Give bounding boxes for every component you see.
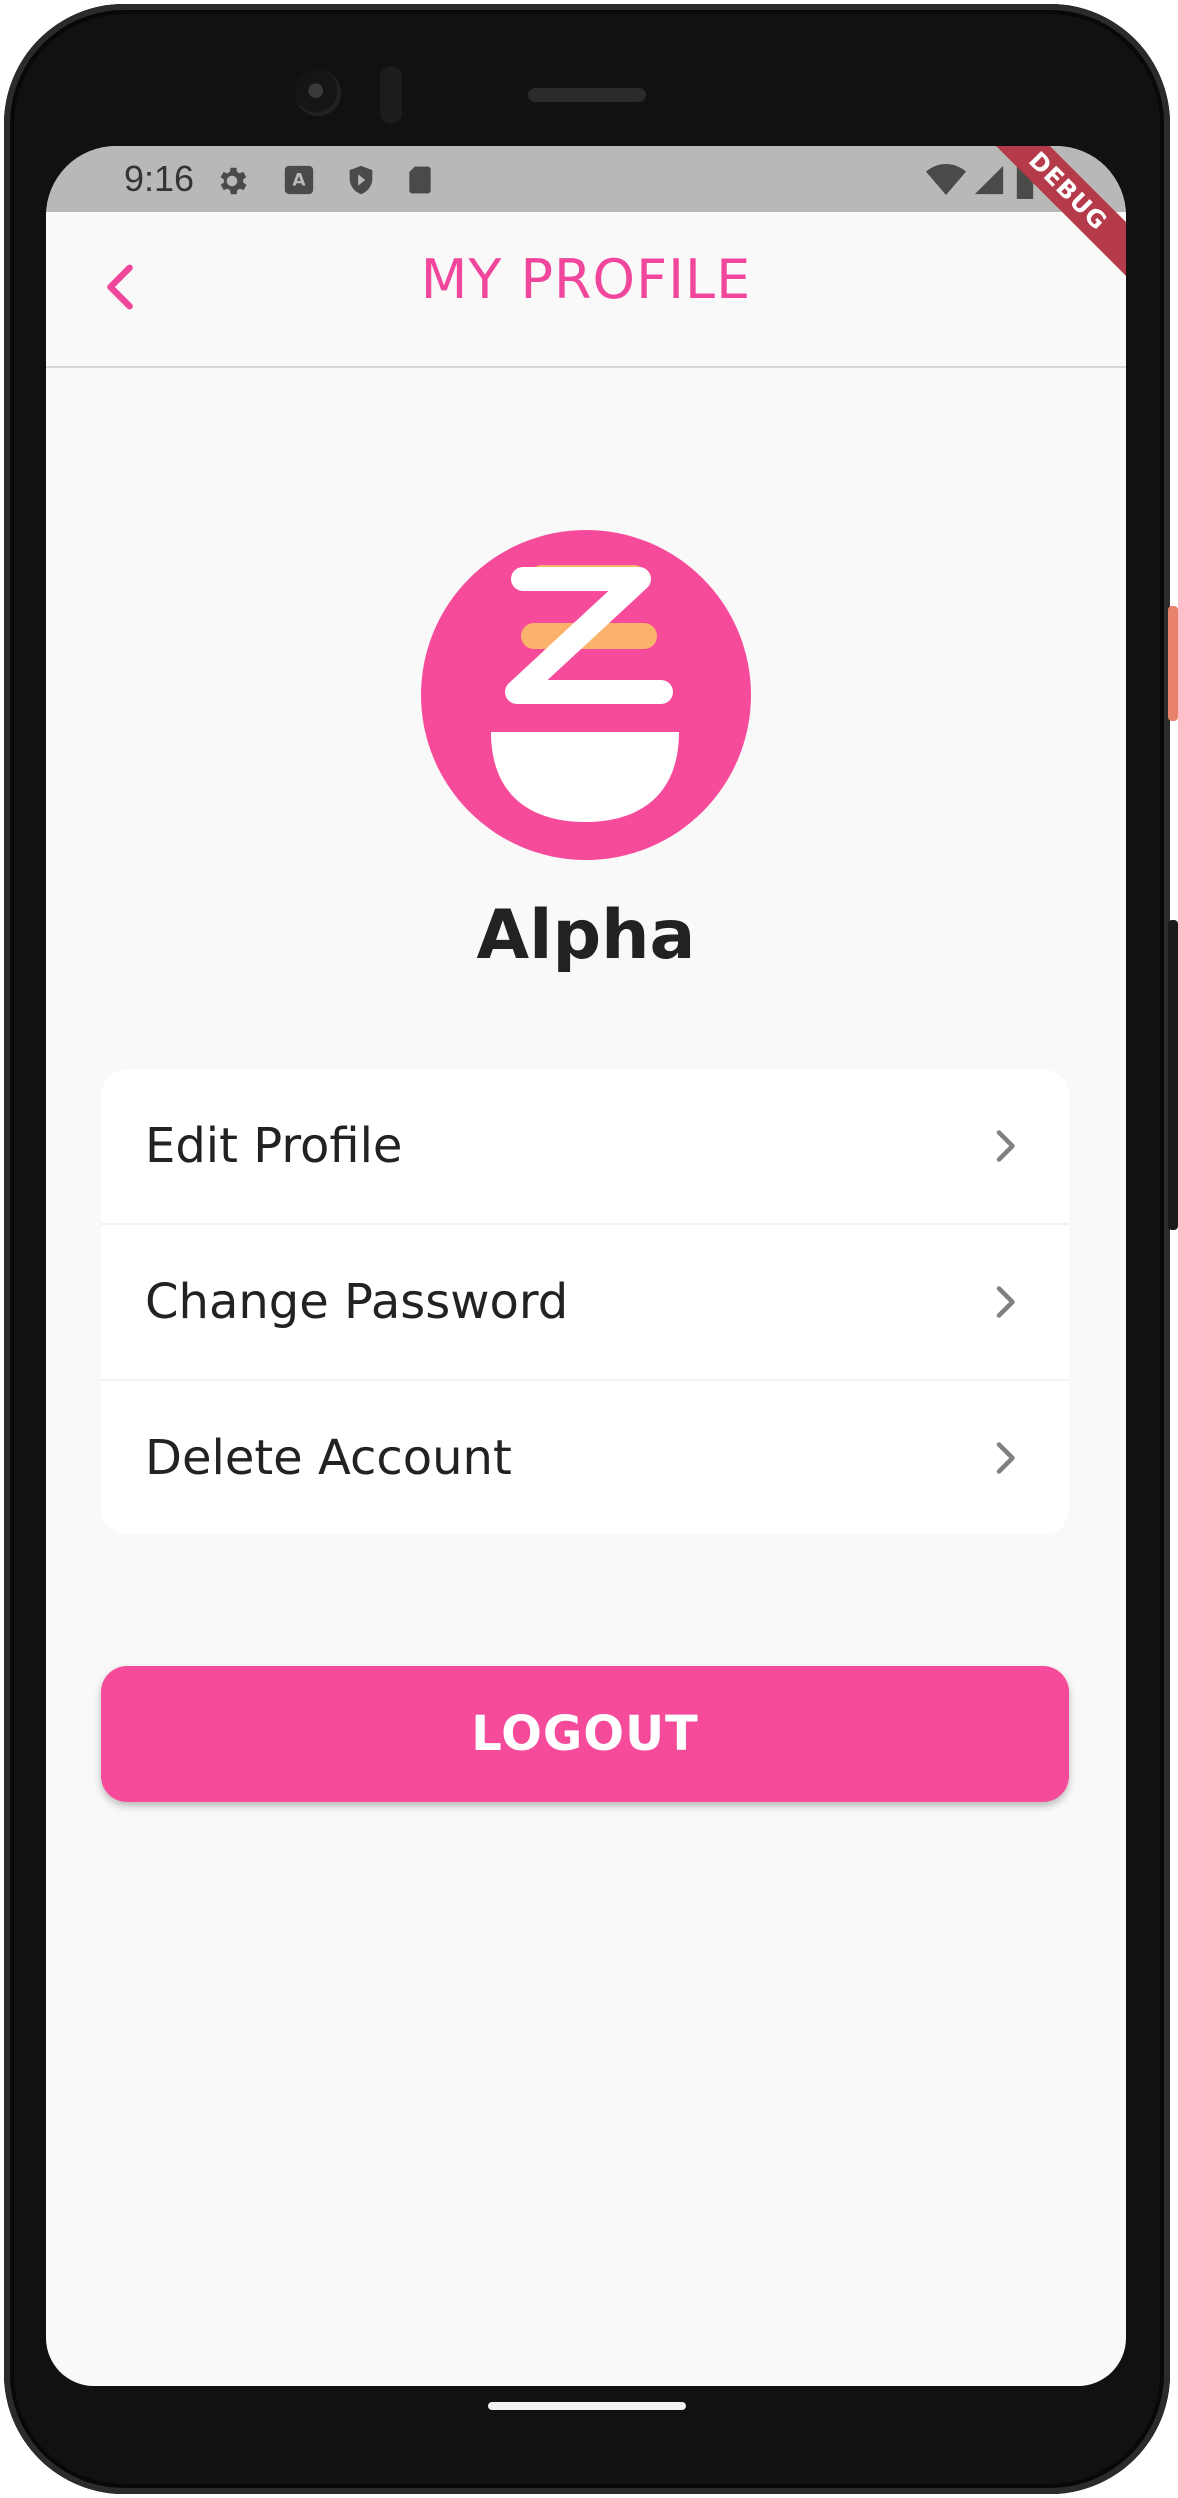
change-password-item[interactable]: Change Password	[101, 1225, 1069, 1381]
menu-item-label: Delete Account	[145, 1430, 512, 1486]
cell-signal-icon	[974, 165, 1004, 195]
delete-account-item[interactable]: Delete Account	[101, 1381, 1069, 1535]
shield-icon	[349, 165, 373, 195]
front-camera	[295, 70, 341, 116]
proximity-sensor	[380, 66, 402, 124]
settings-icon	[220, 167, 247, 195]
status-bar: 9:16 A	[46, 146, 1126, 212]
logout-button[interactable]: LOGOUT	[101, 1666, 1069, 1802]
sd-card-icon	[409, 166, 431, 194]
keyboard-a-icon: A	[284, 165, 314, 195]
volume-rocker	[1168, 920, 1178, 1230]
home-gesture-pill[interactable]	[488, 2402, 686, 2410]
screen: 9:16 A MY PROFILE DEBUG Alpha Edit Profi…	[46, 146, 1126, 2386]
earpiece-speaker	[528, 88, 646, 102]
navigation-bar	[46, 2386, 1126, 2446]
power-button	[1168, 606, 1178, 721]
menu-item-label: Edit Profile	[145, 1118, 403, 1174]
chevron-right-icon	[996, 1286, 1015, 1318]
profile-name: Alpha	[476, 896, 696, 975]
page-title: MY PROFILE	[420, 248, 752, 311]
profile-logo	[421, 530, 751, 860]
wifi-icon	[926, 164, 966, 195]
profile-menu: Edit Profile Change Password Delete Acco…	[101, 1069, 1069, 1535]
status-time: 9:16	[124, 158, 195, 199]
edit-profile-item[interactable]: Edit Profile	[101, 1069, 1069, 1225]
chevron-right-icon	[996, 1130, 1015, 1162]
svg-text:A: A	[292, 171, 306, 191]
chevron-right-icon	[996, 1442, 1015, 1474]
app-bar: MY PROFILE	[46, 212, 1126, 368]
menu-item-label: Change Password	[145, 1274, 569, 1330]
